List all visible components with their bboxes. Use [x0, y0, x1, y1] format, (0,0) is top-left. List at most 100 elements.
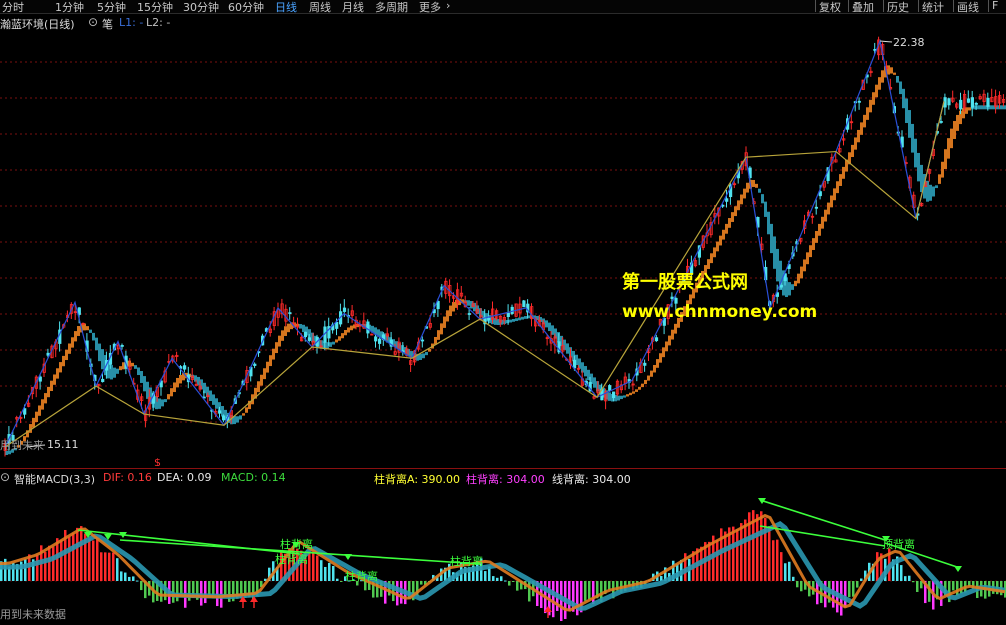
trend-ribbon: [653, 364, 656, 373]
trend-ribbon: [920, 164, 923, 193]
trend-ribbon: [626, 394, 629, 397]
trend-ribbon: [302, 324, 305, 333]
trend-ribbon: [878, 77, 881, 90]
timeframe-tab-4[interactable]: 30分钟: [183, 0, 219, 15]
macd-bar: [88, 538, 91, 581]
more-chevron-icon[interactable]: ›: [446, 0, 450, 12]
macd-bar: [44, 552, 47, 581]
trend-ribbon: [113, 367, 116, 378]
macd-bar: [908, 575, 911, 581]
trend-ribbon: [938, 174, 941, 184]
candle-body: [643, 362, 647, 366]
trend-ribbon: [422, 353, 425, 359]
trend-ribbon: [53, 374, 56, 385]
divergence-label: 柱背离: [275, 552, 308, 566]
timeframe-tab-9[interactable]: 多周期: [375, 0, 408, 15]
high-price-label: 22.38: [893, 36, 925, 49]
macd-panel[interactable]: 柱背离柱背离柱背离顶背离柱背离用到未来数据 ⊙ 智能MACD(3,3) DIF:…: [0, 468, 1006, 624]
macd-bar: [336, 578, 339, 581]
timeframe-tab-6[interactable]: 日线: [275, 0, 297, 15]
trend-ribbon: [728, 218, 731, 228]
timeframe-tab-3[interactable]: 15分钟: [137, 0, 173, 15]
watermark-title: 第一股票公式网: [622, 272, 748, 293]
macd-bar: [132, 576, 135, 581]
macd-bar: [772, 540, 775, 581]
macd-bar: [116, 558, 119, 581]
trend-ribbon: [236, 416, 239, 423]
toolbar-button-3[interactable]: 统计: [918, 0, 944, 14]
trend-ribbon: [179, 374, 182, 384]
price-chart[interactable]: 22.38 15.11用到未来 $: [0, 14, 1006, 469]
trend-ribbon: [644, 379, 647, 385]
trend-ribbon: [941, 161, 944, 178]
macd-chart[interactable]: 柱背离柱背离柱背离顶背离柱背离用到未来数据: [0, 468, 1006, 624]
macd-bar: [852, 581, 855, 597]
macd-bar: [308, 552, 311, 581]
macd-bar: [800, 581, 803, 592]
macd-bar: [576, 581, 579, 616]
trend-ribbon: [890, 67, 893, 74]
dea-value: DEA: 0.09: [157, 471, 212, 484]
candle-body: [670, 296, 674, 299]
trend-ribbon: [524, 316, 527, 319]
trend-ribbon: [818, 223, 821, 236]
macd-bar: [952, 581, 955, 591]
macd-settings-icon[interactable]: ⊙: [0, 470, 10, 484]
timeframe-tab-2[interactable]: 5分钟: [97, 0, 126, 15]
macd-bar: [792, 576, 795, 581]
toolbar-button-4[interactable]: 画线: [953, 0, 979, 14]
trend-ribbon: [788, 282, 791, 296]
trend-ribbon: [278, 335, 281, 347]
timeframe-tab-7[interactable]: 周线: [309, 0, 331, 15]
indicator-name: 笔: [102, 18, 113, 31]
timeframe-tab-0[interactable]: 分时: [2, 0, 24, 15]
trend-ribbon: [623, 395, 626, 398]
trend-ribbon: [911, 123, 914, 153]
settings-dropdown-icon[interactable]: ⊙: [88, 15, 98, 29]
trend-ribbon: [929, 184, 932, 201]
candle-body: [487, 317, 491, 321]
macd-bar: [744, 519, 747, 581]
trend-ribbon: [839, 174, 842, 186]
macd-bar: [504, 580, 507, 582]
trend-ribbon: [77, 325, 80, 336]
macd-bar: [584, 581, 587, 601]
macd-bar: [876, 552, 879, 581]
toolbar-button-0[interactable]: 复权: [815, 0, 841, 14]
dif-value: DIF: 0.16: [103, 471, 152, 484]
macd-bar: [912, 581, 915, 583]
candle-body: [335, 321, 339, 329]
trend-ribbon: [866, 107, 869, 120]
timeframe-tab-10[interactable]: 更多: [419, 0, 441, 15]
column-divergence: 柱背离: 304.00: [466, 473, 545, 486]
trend-ribbon: [665, 341, 668, 352]
l2-value: L2: -: [146, 16, 171, 29]
timeframe-tab-1[interactable]: 1分钟: [55, 0, 84, 15]
trend-ribbon: [761, 194, 764, 204]
trend-ribbon: [347, 327, 350, 333]
trend-ribbon: [287, 323, 290, 333]
price-chart-panel[interactable]: 22.38 15.11 用到未来 $ 瀚蓝环境(日线) ⊙ 笔 L1: - L2: -…: [0, 14, 1006, 469]
timeframe-tab-5[interactable]: 60分钟: [228, 0, 264, 15]
trend-ribbon: [329, 342, 332, 347]
trend-ribbon: [641, 383, 644, 388]
macd-bar: [324, 566, 327, 581]
candle-body: [947, 98, 951, 106]
candle-body: [966, 98, 971, 103]
trend-ribbon: [767, 211, 770, 235]
toolbar-button-2[interactable]: 历史: [883, 0, 909, 14]
trend-ribbon: [617, 395, 620, 401]
macd-bar: [176, 581, 179, 602]
toolbar-button-1[interactable]: 叠加: [848, 0, 874, 14]
trend-ribbon: [881, 70, 884, 83]
trend-ribbon: [440, 323, 443, 335]
toolbar-button-5[interactable]: F: [988, 0, 998, 12]
trend-ribbon: [842, 166, 845, 179]
timeframe-tab-8[interactable]: 月线: [342, 0, 364, 15]
candle-body: [857, 100, 861, 103]
trend-ribbon: [35, 411, 38, 423]
trend-ribbon: [161, 399, 164, 407]
trend-ribbon: [953, 121, 956, 139]
trend-ribbon: [635, 389, 638, 392]
macd-bar: [96, 539, 99, 581]
